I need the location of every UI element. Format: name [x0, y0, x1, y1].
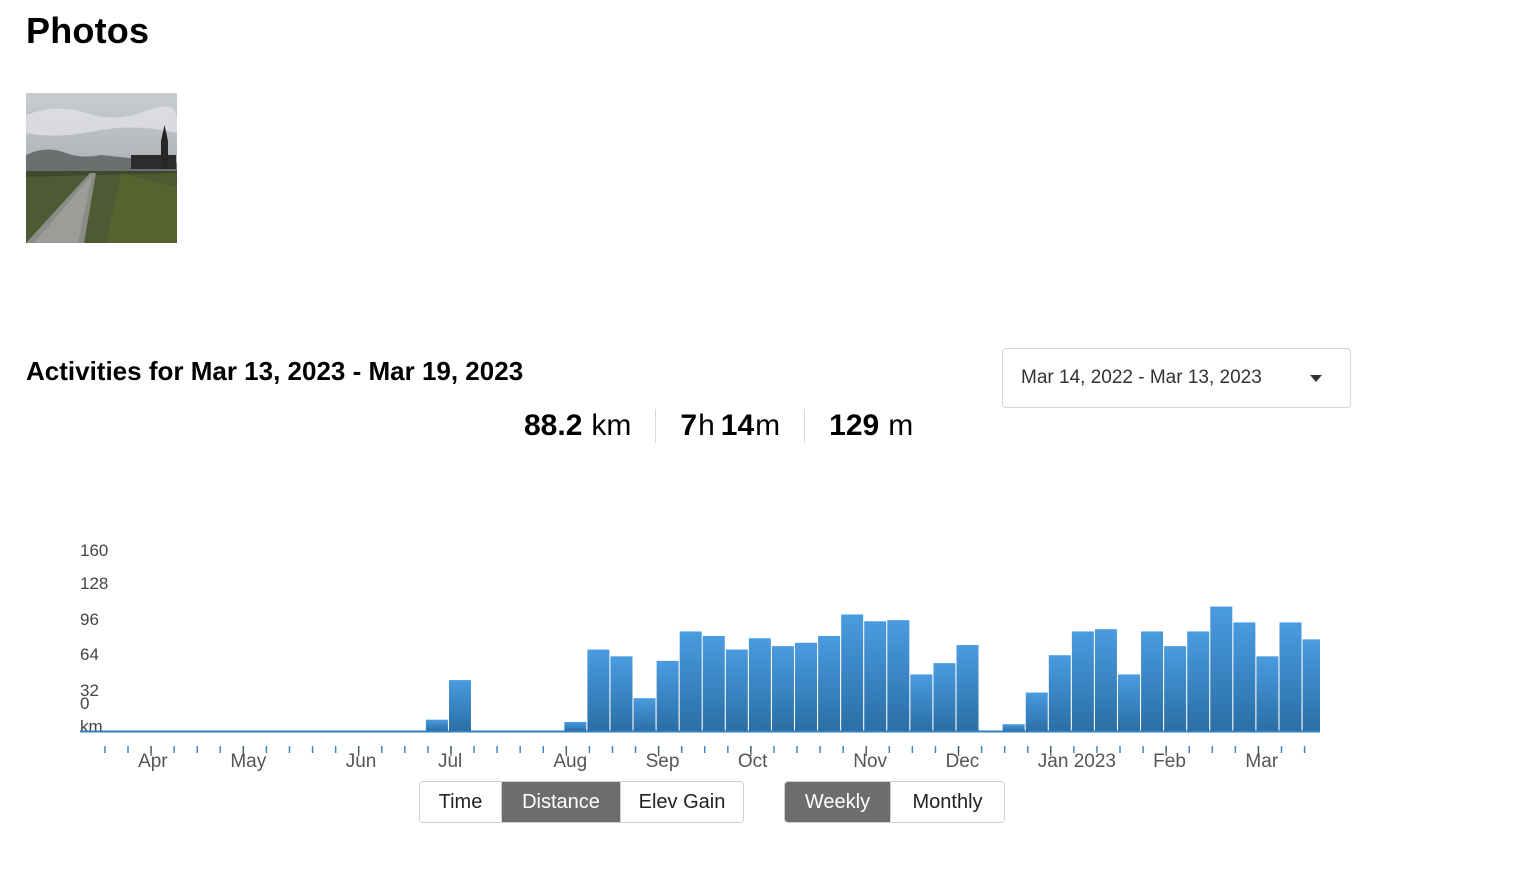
- chart-bar[interactable]: [633, 698, 656, 731]
- x-axis-month-label: Sep: [646, 751, 680, 772]
- chart-bar[interactable]: [864, 621, 887, 731]
- chart-bar[interactable]: [587, 649, 610, 731]
- chart-bar[interactable]: [956, 645, 979, 731]
- chart-bar[interactable]: [1048, 655, 1071, 731]
- chart-bar[interactable]: [448, 680, 471, 731]
- y-axis-label: 160: [80, 541, 108, 560]
- metric-toggle: Time Distance Elev Gain: [419, 781, 744, 823]
- activity-stats: 88.2 km 7 h 14 m 129 m: [500, 404, 937, 448]
- x-axis-month-label: Apr: [138, 751, 168, 772]
- chart-bar[interactable]: [1118, 674, 1141, 731]
- chart-bar[interactable]: [748, 638, 771, 731]
- monthly-button[interactable]: Monthly: [890, 782, 1004, 822]
- chart-bar[interactable]: [795, 642, 818, 731]
- weekly-button[interactable]: Weekly: [785, 782, 890, 822]
- y-axis-label: 0: [80, 694, 89, 713]
- chart-bar[interactable]: [887, 620, 910, 731]
- elevation-value: 129: [829, 409, 880, 442]
- distance-unit: km: [591, 409, 632, 442]
- date-range-select[interactable]: Mar 14, 2022 - Mar 13, 2023: [1002, 348, 1351, 408]
- chart-bar[interactable]: [1094, 629, 1117, 731]
- chart-bar[interactable]: [425, 719, 448, 731]
- y-axis-label: 64: [80, 645, 99, 664]
- chart-bar[interactable]: [933, 663, 956, 732]
- chart-bar[interactable]: [679, 631, 702, 731]
- chart-bar[interactable]: [771, 646, 794, 731]
- chart-bar[interactable]: [725, 649, 748, 731]
- x-axis-month-label: Nov: [853, 751, 887, 772]
- chart-bar[interactable]: [1279, 622, 1302, 731]
- y-axis-label: 96: [80, 610, 99, 629]
- chart-bar[interactable]: [841, 614, 864, 731]
- chart-bar[interactable]: [610, 656, 633, 731]
- chart-bar[interactable]: [564, 721, 587, 731]
- x-axis-month-label: May: [230, 751, 266, 772]
- time-hours-unit: h: [698, 409, 715, 442]
- chart-bar[interactable]: [818, 635, 841, 731]
- chart-bar[interactable]: [1025, 692, 1048, 731]
- weekly-distance-chart: 160 128 96 64 32 0 km Apr May Jun Jul Aug Sep Oct Nov D…: [60, 530, 1320, 775]
- x-axis-month-label: Jul: [438, 751, 462, 772]
- photo-image: [26, 93, 177, 243]
- distance-button[interactable]: Distance: [501, 782, 620, 822]
- chart-bar[interactable]: [1210, 606, 1233, 731]
- elevation-unit: m: [888, 409, 914, 442]
- time-minutes: 14: [720, 409, 755, 442]
- caret-down-icon: [1310, 374, 1322, 382]
- activities-title: Activities for Mar 13, 2023 - Mar 19, 20…: [26, 356, 524, 386]
- chart-bar[interactable]: [1141, 631, 1164, 731]
- chart-bar[interactable]: [656, 660, 679, 731]
- time-hours: 7: [680, 409, 698, 442]
- chart-bar[interactable]: [1187, 631, 1210, 731]
- chart-bar[interactable]: [1302, 639, 1320, 731]
- chart-bar[interactable]: [1233, 622, 1256, 731]
- x-axis-month-label: Feb: [1153, 751, 1186, 772]
- y-axis-label: 128: [80, 574, 108, 593]
- stat-distance: 88.2 km: [500, 409, 655, 443]
- chart-bar[interactable]: [1002, 724, 1025, 731]
- x-axis-month-label: Dec: [946, 751, 980, 772]
- chart-bar[interactable]: [1164, 646, 1187, 731]
- stat-time: 7 h 14 m: [655, 409, 804, 443]
- chart-bar[interactable]: [910, 674, 933, 731]
- chart-bar[interactable]: [1256, 656, 1279, 731]
- time-button[interactable]: Time: [420, 782, 501, 822]
- time-minutes-unit: m: [755, 409, 781, 442]
- elev-gain-button[interactable]: Elev Gain: [620, 782, 743, 822]
- x-axis-month-label: Jan 2023: [1038, 751, 1116, 772]
- y-axis-label: km: [80, 717, 103, 736]
- photos-title: Photos: [26, 10, 150, 51]
- distance-value: 88.2: [524, 409, 583, 442]
- chart-svg: 1601289664320kmApr May Jun Jul Aug Sep Oct Nov D…: [80, 541, 1320, 772]
- x-axis-month-label: Oct: [738, 751, 768, 772]
- photo-thumbnail[interactable]: [26, 93, 177, 243]
- x-axis-month-label: Jun: [346, 751, 377, 772]
- chart-bar[interactable]: [1071, 631, 1094, 731]
- x-axis-month-label: Aug: [553, 751, 587, 772]
- date-range-value: Mar 14, 2022 - Mar 13, 2023: [1021, 367, 1262, 388]
- x-axis-month-label: Mar: [1245, 751, 1278, 772]
- period-toggle: Weekly Monthly: [784, 781, 1005, 823]
- stat-elevation: 129 m: [804, 409, 937, 443]
- chart-bar[interactable]: [702, 635, 725, 731]
